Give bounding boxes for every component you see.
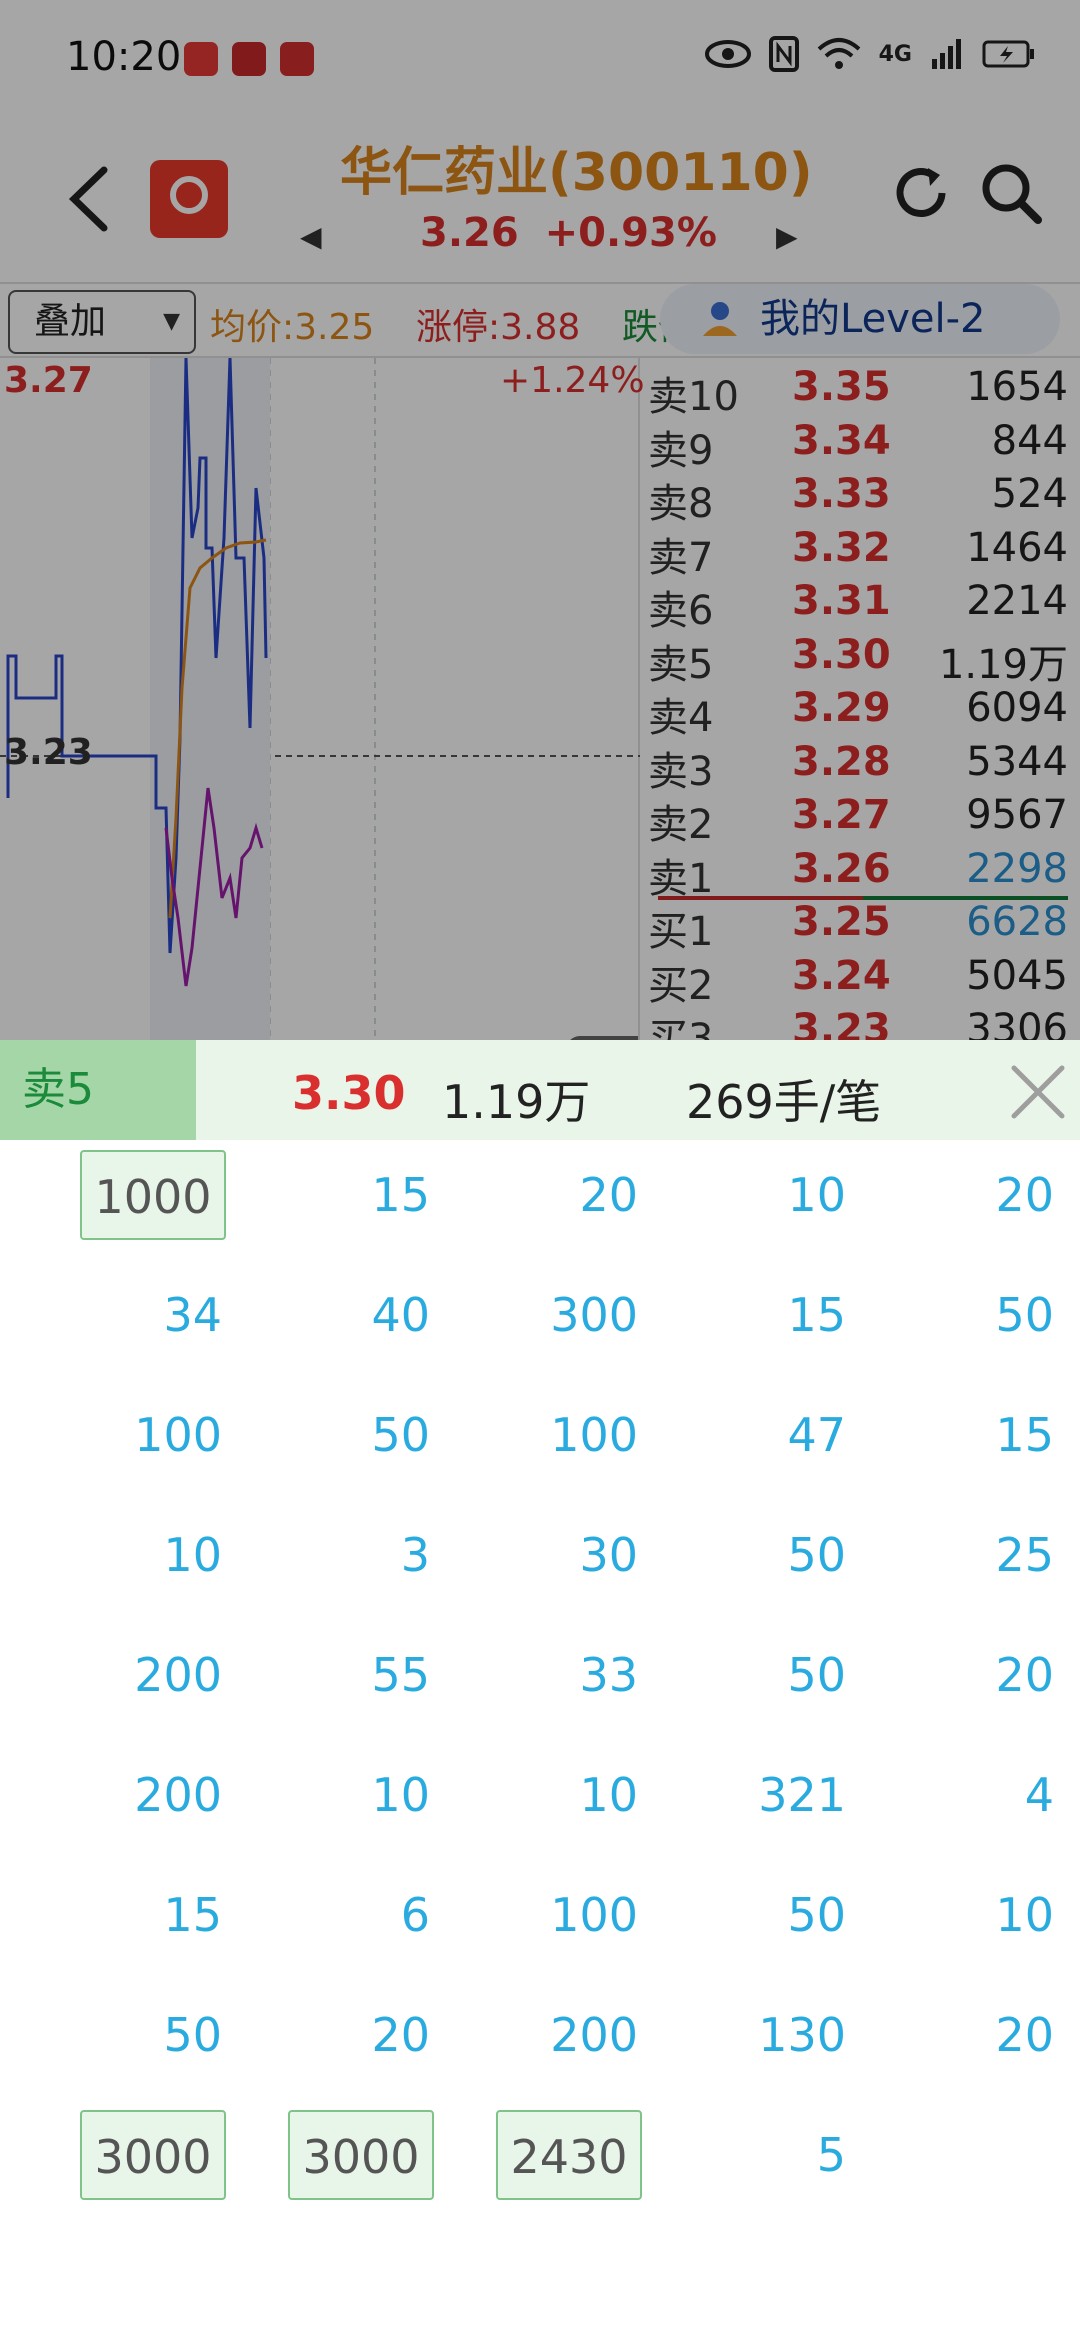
order-size-cell: 2430 [496, 2110, 642, 2200]
order-size-cell: 10 [579, 1768, 638, 1822]
order-size-cell: 100 [550, 1888, 638, 1942]
order-size-cell: 15 [163, 1888, 222, 1942]
order-size-cell: 50 [787, 1528, 846, 1582]
order-size-cell: 50 [995, 1288, 1054, 1342]
order-size-cell: 50 [787, 1888, 846, 1942]
order-queue-grid: 1000 15 20 10 20 34 40 300 15 50 100 50 100 47 15 10 3 30… [0, 1150, 1080, 2300]
dim-overlay[interactable] [0, 0, 1080, 1040]
order-size-cell: 15 [787, 1288, 846, 1342]
order-size-cell: 30 [579, 1528, 638, 1582]
order-size-cell: 20 [995, 2008, 1054, 2062]
order-size-cell: 4 [1024, 1768, 1054, 1822]
order-level-avg-size: 269手/笔 [686, 1075, 882, 1129]
close-icon[interactable] [1010, 1064, 1066, 1120]
order-size-cell: 200 [134, 1768, 222, 1822]
order-size-cell: 1000 [80, 1150, 226, 1240]
order-size-cell: 10 [371, 1768, 430, 1822]
order-size-cell: 40 [371, 1288, 430, 1342]
order-size-cell: 33 [579, 1648, 638, 1702]
order-size-cell: 3000 [80, 2110, 226, 2200]
order-size-cell: 200 [550, 2008, 638, 2062]
order-size-cell: 321 [758, 1768, 846, 1822]
order-size-cell: 50 [163, 2008, 222, 2062]
order-size-cell: 100 [550, 1408, 638, 1462]
order-size-cell: 55 [371, 1648, 430, 1702]
order-size-cell: 10 [787, 1168, 846, 1222]
order-size-cell: 47 [787, 1408, 846, 1462]
order-size-cell: 25 [995, 1528, 1054, 1582]
order-size-cell: 200 [134, 1648, 222, 1702]
order-size-cell: 100 [134, 1408, 222, 1462]
order-size-cell: 130 [758, 2008, 846, 2062]
order-queue-header: 卖5 3.30 1.19万 269手/笔 [0, 1040, 1080, 1140]
order-size-cell: 300 [550, 1288, 638, 1342]
order-size-cell: 5 [816, 2128, 846, 2182]
order-size-cell: 3 [400, 1528, 430, 1582]
order-size-cell: 3000 [288, 2110, 434, 2200]
order-size-cell: 34 [163, 1288, 222, 1342]
order-level-volume: 1.19万 [442, 1075, 591, 1129]
order-size-cell: 10 [995, 1888, 1054, 1942]
order-size-cell: 15 [371, 1168, 430, 1222]
order-size-cell: 6 [400, 1888, 430, 1942]
order-size-cell: 10 [163, 1528, 222, 1582]
order-size-cell: 20 [579, 1168, 638, 1222]
order-size-cell: 20 [995, 1648, 1054, 1702]
order-level-price: 3.30 [292, 1066, 406, 1120]
stock-detail-background: 10:20 4G 华仁药业(300110) ◀ 3.26 +0.93% ▶ 叠加… [0, 0, 1080, 1040]
order-size-cell: 20 [995, 1168, 1054, 1222]
order-size-cell: 50 [371, 1408, 430, 1462]
order-level-tab[interactable]: 卖5 [0, 1040, 196, 1140]
order-size-cell: 50 [787, 1648, 846, 1702]
order-size-cell: 20 [371, 2008, 430, 2062]
order-size-cell: 15 [995, 1408, 1054, 1462]
